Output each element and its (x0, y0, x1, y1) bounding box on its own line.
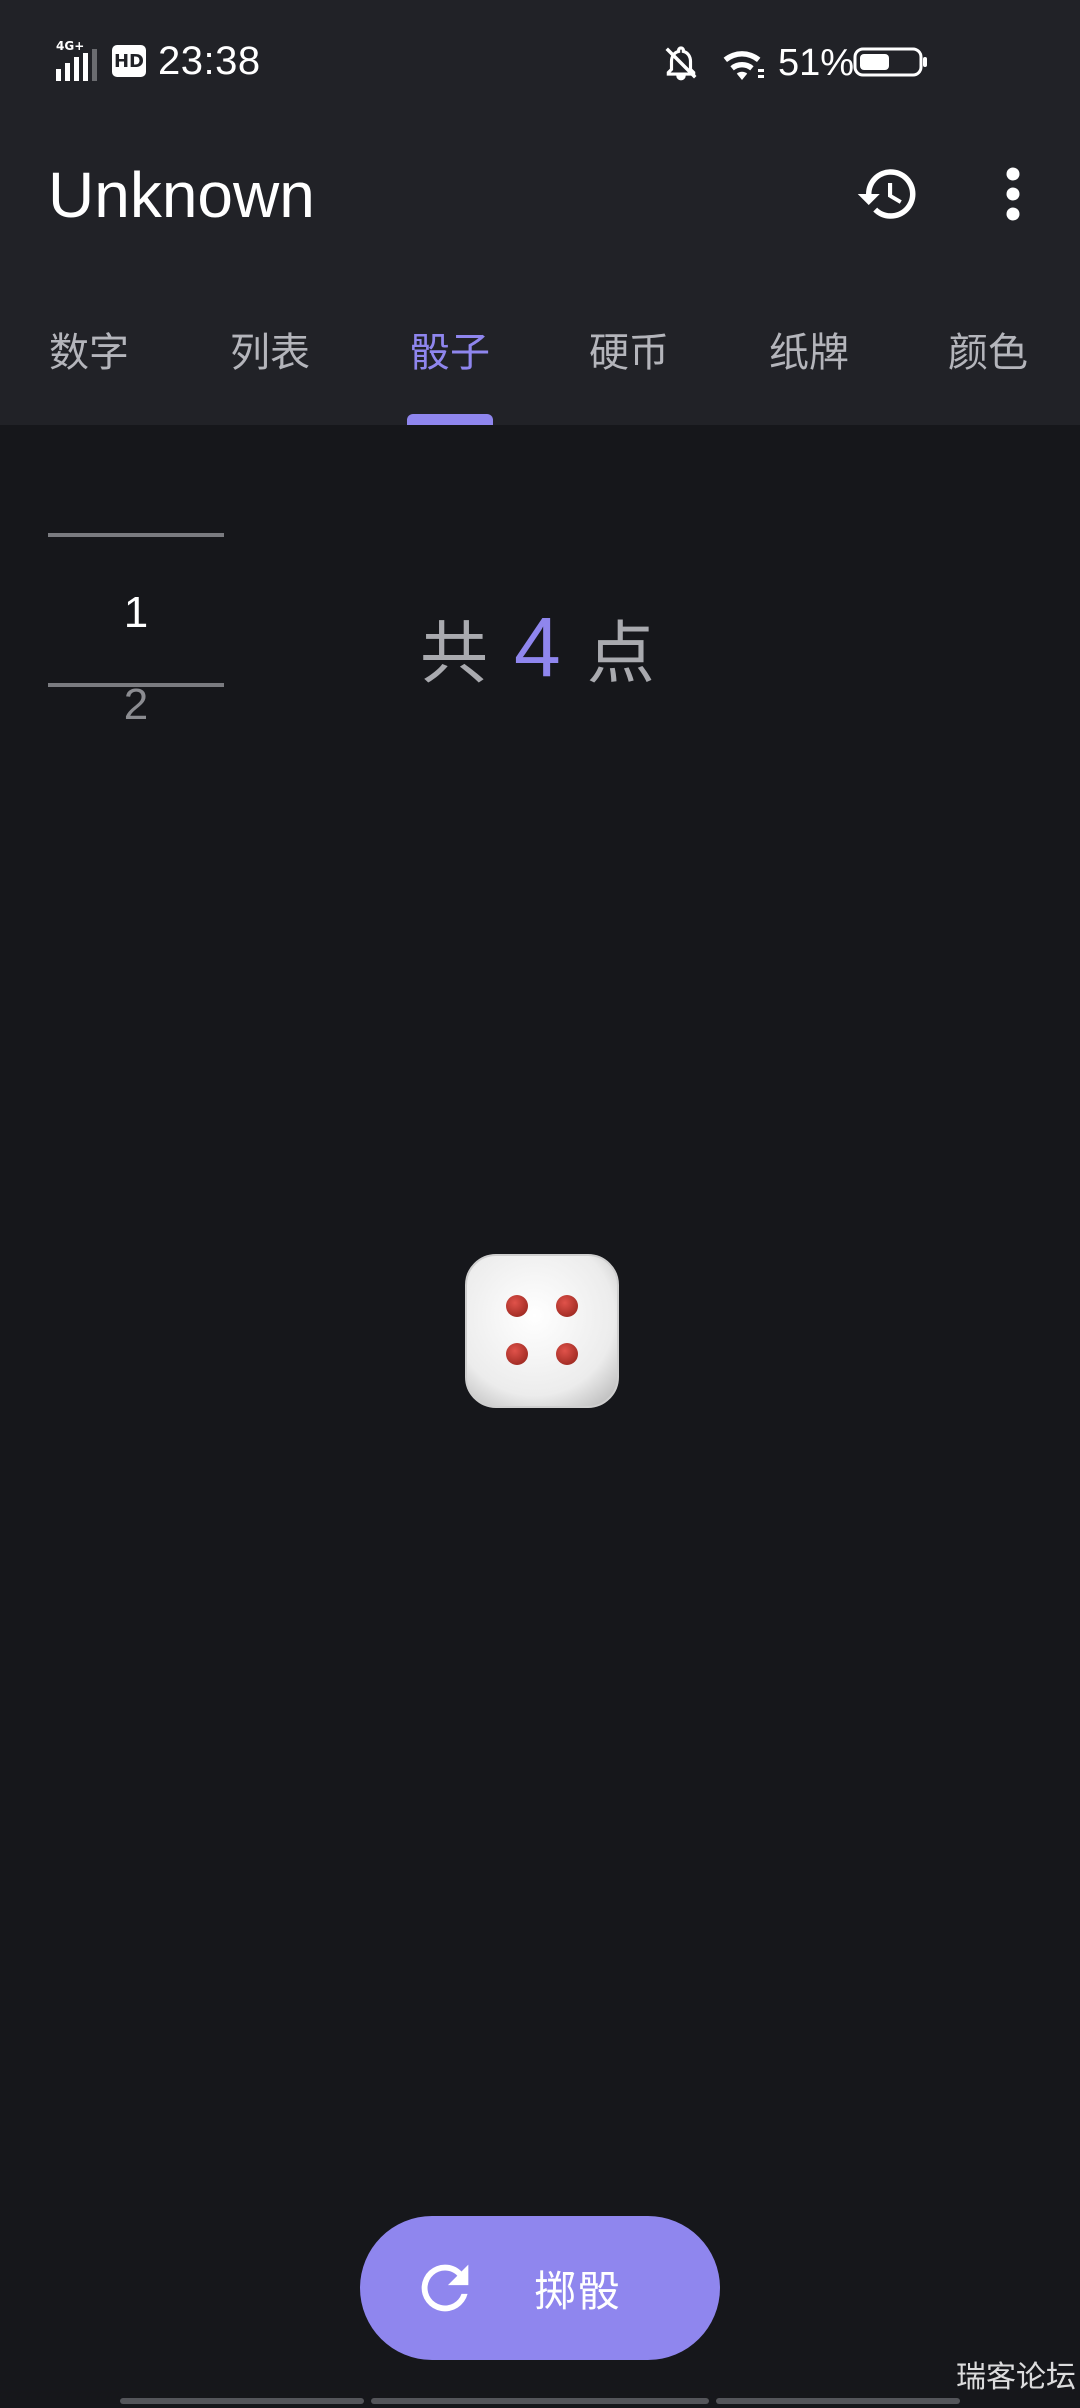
picker-current-value: 1 (123, 588, 149, 637)
status-left: 4G+ HD 23:38 (56, 36, 261, 86)
tab-indicator (407, 414, 493, 425)
hd-badge: HD (112, 45, 146, 77)
tab-dice[interactable]: 骰子 (370, 318, 530, 425)
status-bar: 4G+ HD 23:38 51% (0, 0, 1080, 120)
bell-off-icon (665, 46, 697, 81)
total-prefix: 共 (420, 614, 489, 694)
page-indicator-bar-1 (120, 2398, 364, 2404)
tab-list[interactable]: 列表 (190, 318, 350, 425)
tab-cards[interactable]: 纸牌 (729, 318, 889, 425)
total-suffix: 点 (586, 614, 655, 694)
roll-dice-button[interactable]: 掷骰 (360, 2216, 720, 2360)
tab-color[interactable]: 颜色 (908, 318, 1068, 425)
more-options-button[interactable] (985, 158, 1041, 230)
page-indicator-bar-2 (371, 2398, 709, 2404)
tab-number[interactable]: 数字 (9, 318, 169, 425)
tab-bar: 数字 列表 骰子 硬币 纸牌 颜色 (0, 318, 1080, 425)
total-points: 共 4 点 (420, 592, 655, 702)
battery-percent: 51% (778, 41, 855, 84)
die-four-icon[interactable] (462, 1251, 622, 1411)
status-time: 23:38 (158, 38, 261, 83)
app-title: Unknown (48, 159, 315, 231)
dice-count-picker[interactable]: 1 2 (46, 530, 226, 740)
more-vert-icon (1006, 167, 1020, 221)
screen: 4G+ HD 23:38 51% Unknown 数字 列表 骰子 硬币 纸牌 … (0, 0, 1080, 2408)
picker-divider-top (48, 533, 224, 537)
svg-text:4G+: 4G+ (56, 39, 84, 53)
battery-icon (853, 47, 927, 77)
top-bar-area: 4G+ HD 23:38 51% Unknown 数字 列表 骰子 硬币 纸牌 … (0, 0, 1080, 425)
refresh-icon (421, 2264, 469, 2312)
watermark-text: 瑞客论坛 (956, 2360, 1076, 2395)
roll-button-label: 掷骰 (534, 2266, 623, 2316)
total-value: 4 (514, 599, 561, 694)
history-button[interactable] (852, 158, 924, 230)
tab-coin[interactable]: 硬币 (549, 318, 709, 425)
status-right: 51% (662, 38, 854, 88)
history-icon (857, 169, 916, 219)
signal-icon: 4G+ (56, 39, 97, 81)
picker-next-value: 2 (123, 680, 149, 729)
wifi-icon (723, 51, 764, 80)
page-indicator-bar-3 (716, 2398, 960, 2404)
